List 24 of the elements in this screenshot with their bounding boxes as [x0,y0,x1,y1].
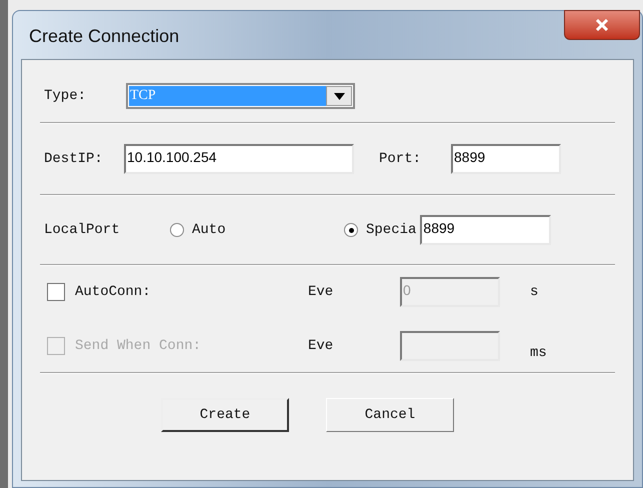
checkbox-label: AutoConn: [75,282,152,302]
type-value: TCP [129,86,326,106]
unit-label: s [530,282,538,302]
dialog-button[interactable]: Cancel [326,398,454,432]
checkbox[interactable] [47,283,65,301]
radio-button[interactable] [344,223,358,237]
close-button[interactable] [564,10,640,40]
text-field[interactable]: 8899 [451,144,561,174]
window-title: Create Connection [29,25,180,48]
local-port-label: LocalPort [44,220,121,240]
radio-button[interactable] [170,223,184,237]
interval-label: Eve [308,336,334,356]
unit-label: ms [530,344,547,362]
interval-label: Eve [308,282,334,302]
text-field[interactable]: 8899 [420,215,552,245]
port-label: Port: [379,150,422,168]
radio-label[interactable]: Auto [192,220,226,240]
dest-ip-label: DestIP: [44,150,104,168]
dialog-button[interactable]: Create [161,398,289,432]
checkbox-label: Send When Conn: [75,336,202,356]
close-icon [595,19,609,31]
radio-label[interactable]: Specia [366,220,416,240]
type-label: Type: [44,86,88,106]
text-field[interactable]: 10.10.100.254 [124,144,354,174]
